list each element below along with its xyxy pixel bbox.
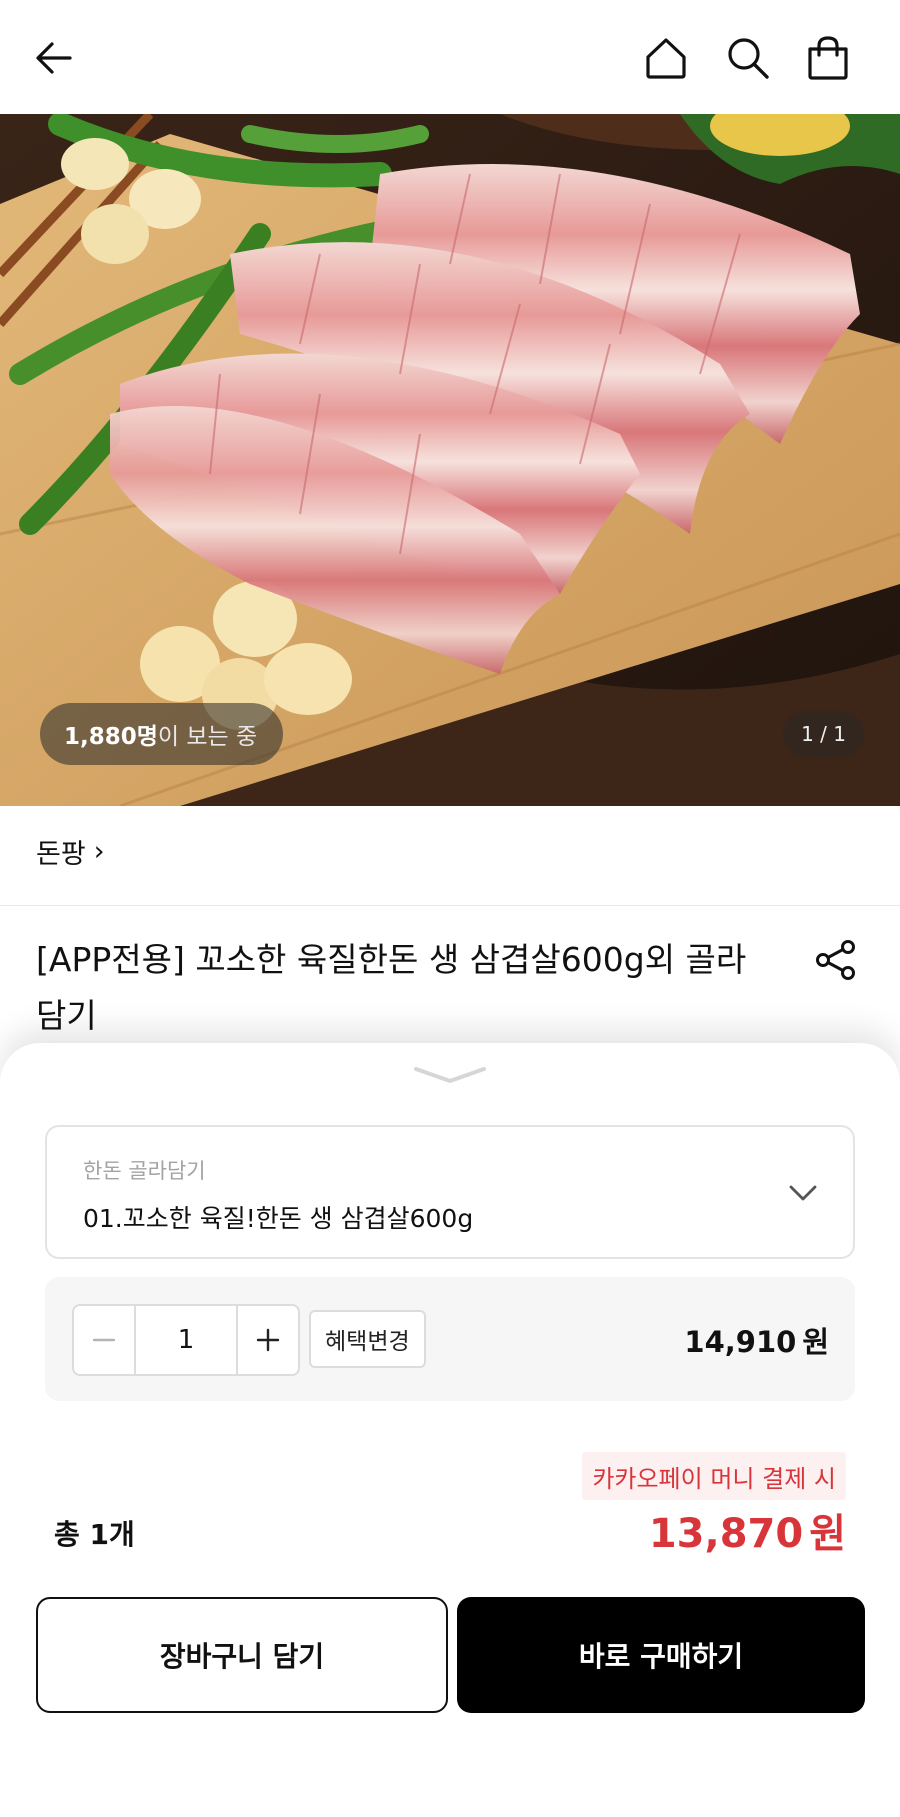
chevron-down-icon <box>414 1067 486 1083</box>
plus-icon <box>256 1328 280 1352</box>
seller-name: 돈팡 <box>36 839 86 870</box>
add-to-cart-button[interactable]: 장바구니 담기 <box>36 1597 448 1713</box>
image-pager: 1 / 1 <box>783 711 864 757</box>
product-image-carousel[interactable]: 1,880명 이 보는 중 1 / 1 <box>0 114 900 806</box>
minus-icon <box>92 1338 116 1342</box>
kakaopay-discount-note: 카카오페이 머니 결제 시 <box>582 1452 846 1500</box>
purchase-bottom-sheet: 한돈 골라담기 01.꼬소한 육질!한돈 생 삼겹살600g 1 혜택변경 14… <box>0 1043 900 1817</box>
sheet-collapse-handle[interactable] <box>410 1063 490 1093</box>
increase-quantity-button[interactable] <box>238 1306 298 1374</box>
search-icon <box>728 38 769 79</box>
quantity-input[interactable]: 1 <box>134 1306 238 1374</box>
option-select[interactable]: 한돈 골라담기 01.꼬소한 육질!한돈 생 삼겹살600g <box>45 1125 855 1259</box>
home-icon <box>646 38 686 79</box>
back-button[interactable] <box>26 30 82 86</box>
selected-option-row: 1 혜택변경 14,910 원 <box>45 1277 855 1401</box>
change-benefit-button[interactable]: 혜택변경 <box>309 1310 426 1368</box>
option-price-currency: 원 <box>802 1325 829 1359</box>
total-price-currency: 원 <box>809 1511 846 1557</box>
decrease-quantity-button[interactable] <box>74 1306 134 1374</box>
top-app-bar <box>0 0 900 114</box>
search-button[interactable] <box>720 30 776 86</box>
quantity-stepper: 1 <box>72 1304 300 1376</box>
home-button[interactable] <box>638 30 694 86</box>
chevron-down-icon <box>789 1185 817 1201</box>
total-price-value: 13,870 <box>648 1511 804 1557</box>
option-price-value: 14,910 <box>684 1325 797 1359</box>
total-price: 13,870 원 <box>649 1501 846 1559</box>
option-select-label: 한돈 골라담기 <box>83 1159 206 1183</box>
shopping-bag-icon <box>808 36 848 80</box>
product-title: [APP전용] 꼬소한 육질한돈 생 삼겹살600g외 골라담기 <box>36 940 747 1035</box>
share-button[interactable] <box>808 932 864 988</box>
chevron-right-icon: › <box>93 836 105 867</box>
arrow-left-icon <box>36 42 72 74</box>
divider <box>0 905 900 906</box>
viewer-suffix: 이 보는 중 <box>157 724 258 750</box>
viewer-count: 1,880명 <box>64 724 158 750</box>
seller-link[interactable]: 돈팡 › <box>36 832 105 871</box>
share-icon <box>816 940 855 980</box>
viewer-count-badge: 1,880명 이 보는 중 <box>40 703 284 765</box>
option-price: 14,910 원 <box>684 1319 829 1361</box>
option-select-value: 01.꼬소한 육질!한돈 생 삼겹살600g <box>83 1204 474 1233</box>
buy-now-button[interactable]: 바로 구매하기 <box>457 1597 865 1713</box>
cart-button[interactable] <box>800 30 856 86</box>
total-count: 총 1개 <box>54 1518 135 1551</box>
